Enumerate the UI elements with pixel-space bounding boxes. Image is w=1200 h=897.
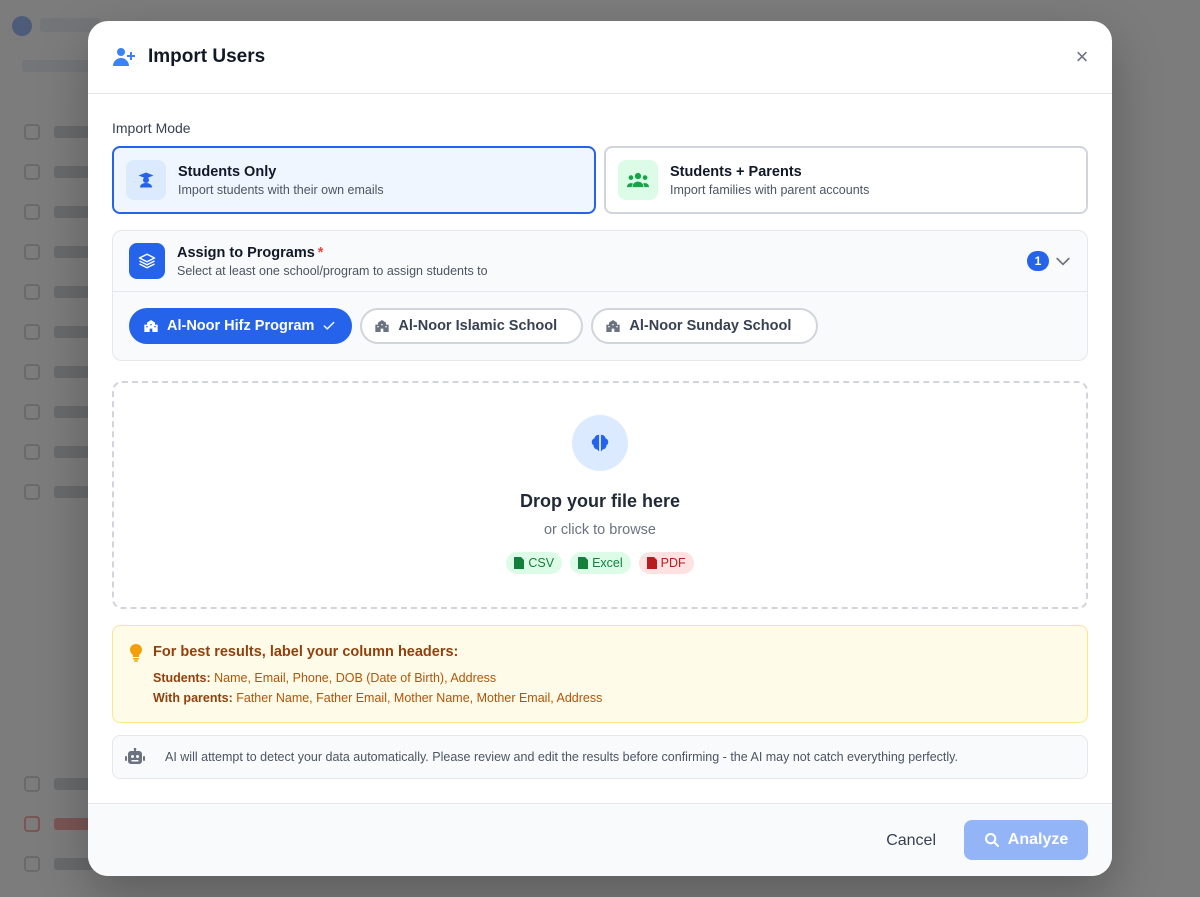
layers-icon: [129, 243, 165, 279]
school-icon: [144, 320, 158, 332]
tips-students-label: Students:: [153, 671, 211, 685]
mode-students-only[interactable]: Students Only Import students with their…: [112, 146, 596, 214]
chevron-down-icon[interactable]: [1053, 251, 1073, 271]
programs-description: Select at least one school/program to as…: [177, 263, 488, 278]
tips-students-text: Name, Email, Phone, DOB (Date of Birth),…: [214, 671, 497, 685]
required-mark: *: [317, 244, 324, 261]
pdf-file-icon: [646, 557, 657, 569]
file-dropzone[interactable]: Drop your file here or click to browse C…: [112, 381, 1088, 609]
mode-students-parents[interactable]: Students + Parents Import families with …: [604, 146, 1088, 214]
format-badge-pdf: PDF: [638, 552, 694, 574]
graduate-icon: [126, 160, 166, 200]
program-chip-label: Al-Noor Hifz Program: [167, 318, 315, 334]
program-chip-sunday-school[interactable]: Al-Noor Sunday School: [591, 308, 819, 344]
format-badges: CSV Excel PDF: [114, 552, 1086, 574]
check-icon: [324, 321, 335, 330]
school-icon: [375, 320, 390, 332]
cancel-button[interactable]: Cancel: [874, 822, 948, 860]
assign-programs-panel: Assign to Programs * Select at least one …: [112, 230, 1088, 361]
mode-title: Students + Parents: [670, 163, 802, 180]
users-icon: [618, 160, 658, 200]
modal-title: Import Users: [148, 46, 266, 67]
tips-parents-text: Father Name, Father Email, Mother Name, …: [236, 691, 603, 705]
format-badge-label: Excel: [592, 556, 623, 570]
program-chip-label: Al-Noor Sunday School: [629, 318, 792, 334]
mode-description: Import families with parent accounts: [670, 182, 870, 197]
import-users-modal: Import Users × Import Mode Students Only…: [88, 21, 1112, 876]
ai-disclaimer-text: AI will attempt to detect your data auto…: [165, 750, 958, 764]
program-chips: Al-Noor Hifz Program Al-Noor Islamic Sch…: [113, 292, 1087, 360]
selected-count-badge: 1: [1027, 251, 1049, 271]
programs-title: Assign to Programs *: [177, 245, 488, 261]
csv-file-icon: [514, 557, 525, 569]
program-chip-label: Al-Noor Islamic School: [398, 318, 558, 334]
program-chip-islamic-school[interactable]: Al-Noor Islamic School: [360, 308, 584, 344]
excel-file-icon: [578, 557, 589, 569]
format-badge-label: PDF: [660, 556, 686, 570]
analyze-label: Analyze: [1007, 831, 1069, 848]
mode-description: Import students with their own emails: [178, 182, 384, 197]
programs-header[interactable]: Assign to Programs * Select at least one …: [113, 231, 1087, 292]
format-badge-csv: CSV: [506, 552, 563, 574]
mode-title: Students Only: [178, 163, 277, 180]
analyze-button[interactable]: Analyze: [964, 820, 1088, 860]
user-plus-icon: [113, 48, 135, 66]
tips-parents-label: With parents:: [153, 691, 233, 705]
column-header-tips: For best results, label your column head…: [112, 625, 1088, 723]
modal-footer: Cancel Analyze: [88, 803, 1112, 876]
school-icon: [606, 320, 621, 332]
program-chip-hifz[interactable]: Al-Noor Hifz Program: [129, 308, 353, 344]
import-mode-label: Import Mode: [112, 120, 191, 136]
modal-header: Import Users ×: [88, 21, 1112, 94]
ai-disclaimer: AI will attempt to detect your data auto…: [112, 735, 1088, 779]
tips-parents-line: With parents: Father Name, Father Email,…: [153, 691, 602, 705]
format-badge-excel: Excel: [570, 552, 631, 574]
brain-icon: [572, 415, 628, 471]
programs-title-text: Assign to Programs: [177, 244, 315, 261]
robot-icon: [125, 748, 145, 764]
lightbulb-icon: [130, 644, 142, 662]
search-icon: [984, 833, 999, 847]
close-icon[interactable]: ×: [1072, 46, 1092, 68]
tips-students-line: Students: Name, Email, Phone, DOB (Date …: [153, 671, 496, 685]
tips-title: For best results, label your column head…: [153, 644, 459, 660]
format-badge-label: CSV: [528, 556, 555, 570]
dropzone-title: Drop your file here: [519, 491, 681, 511]
dropzone-subtitle: or click to browse: [543, 522, 656, 538]
